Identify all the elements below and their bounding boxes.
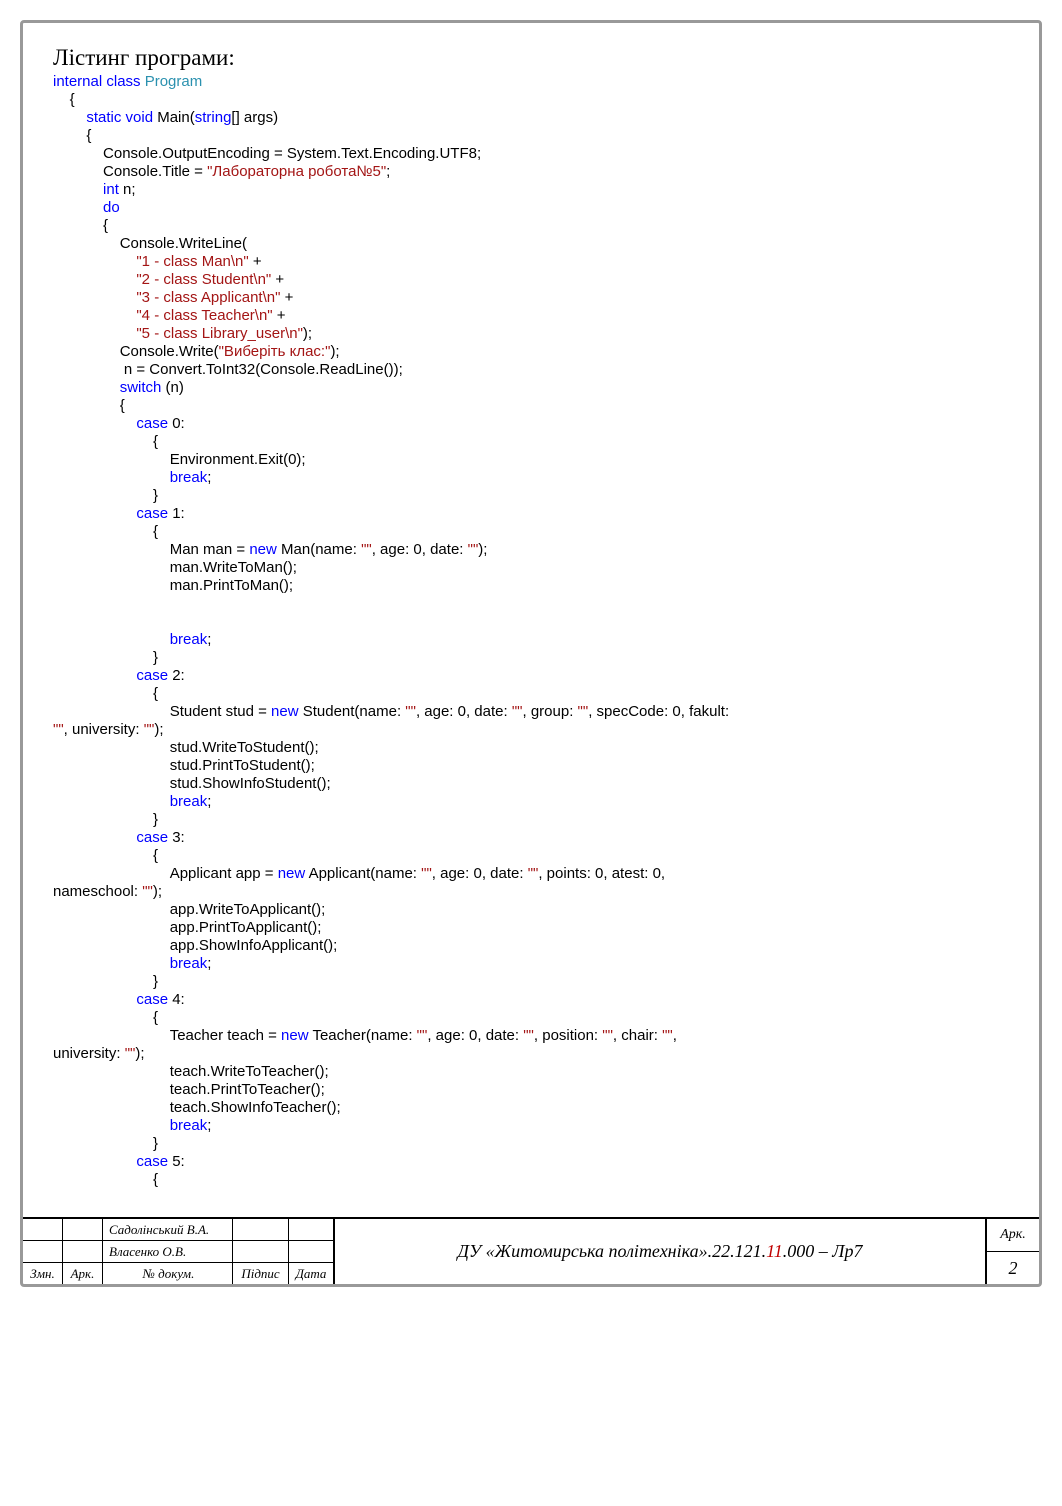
- title-block-left: Садолінський В.А. Власенко О.В. Змн. Арк…: [23, 1219, 335, 1284]
- document-page: Лістинг програми: internal class Program…: [20, 20, 1042, 1287]
- header-docnum: № докум.: [103, 1263, 233, 1284]
- cell-empty: [233, 1241, 289, 1263]
- header-ark: Арк.: [63, 1263, 103, 1284]
- header-data: Дата: [289, 1263, 333, 1284]
- cell-empty: [63, 1219, 103, 1241]
- cell-empty: [23, 1219, 63, 1241]
- name-cell-2: Власенко О.В.: [103, 1241, 233, 1263]
- title-block: Садолінський В.А. Власенко О.В. Змн. Арк…: [23, 1217, 1039, 1284]
- code-listing: internal class Program { static void Mai…: [53, 73, 1029, 1207]
- title-block-row-2: Власенко О.В.: [23, 1241, 333, 1263]
- header-pidpys: Підпис: [233, 1263, 289, 1284]
- title-block-center: ДУ «Житомирська політехніка».22.121.11.0…: [335, 1219, 987, 1284]
- cell-empty: [63, 1241, 103, 1263]
- cell-empty: [23, 1241, 63, 1263]
- listing-heading: Лістинг програми:: [53, 45, 1029, 71]
- name-cell-1: Садолінський В.А.: [103, 1219, 233, 1241]
- cell-empty: [289, 1241, 333, 1263]
- cell-empty: [289, 1219, 333, 1241]
- header-zmn: Змн.: [23, 1263, 63, 1284]
- title-block-row-headers: Змн. Арк. № докум. Підпис Дата: [23, 1263, 333, 1284]
- title-block-right: Арк. 2: [987, 1219, 1039, 1284]
- page-number: 2: [987, 1252, 1039, 1284]
- ark-label: Арк.: [987, 1219, 1039, 1252]
- cell-empty: [233, 1219, 289, 1241]
- content-area: Лістинг програми: internal class Program…: [23, 45, 1039, 1217]
- title-block-row-1: Садолінський В.А.: [23, 1219, 333, 1241]
